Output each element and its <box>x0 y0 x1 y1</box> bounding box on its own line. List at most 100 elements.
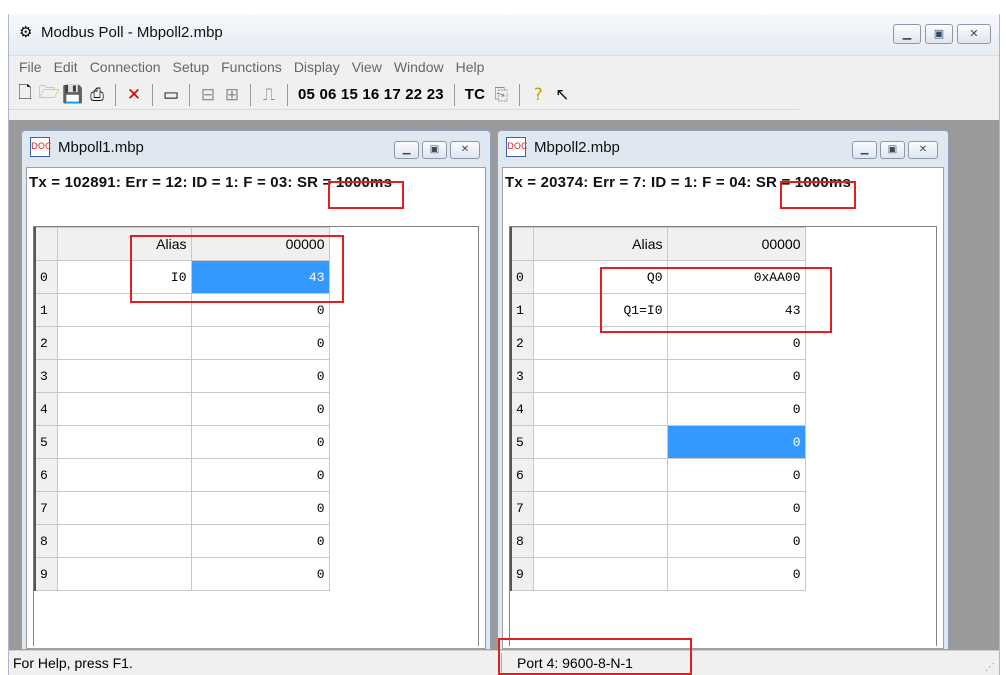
alias-cell[interactable] <box>532 425 668 459</box>
row-number[interactable]: 5 <box>510 425 534 459</box>
row-number[interactable]: 2 <box>510 326 534 360</box>
value-cell[interactable]: 43 <box>666 293 806 327</box>
value-cell[interactable]: 0 <box>190 458 330 492</box>
row-number[interactable]: 8 <box>510 524 534 558</box>
menu-functions[interactable]: Functions <box>215 56 288 78</box>
value-cell[interactable]: 0 <box>666 359 806 393</box>
value-cell[interactable]: 0 <box>190 359 330 393</box>
toolbar-separator <box>152 83 153 106</box>
alias-cell[interactable] <box>532 491 668 525</box>
minimize-button[interactable]: ▁ <box>893 24 921 44</box>
child-minimize-button[interactable]: ▁ <box>852 141 877 159</box>
row-number[interactable]: 7 <box>34 491 58 525</box>
alias-cell[interactable] <box>532 392 668 426</box>
alias-cell[interactable]: Q1=I0 <box>532 293 668 327</box>
new-document-icon[interactable]: 🗋 <box>13 83 37 107</box>
child-close-button[interactable]: ✕ <box>450 141 480 159</box>
open-folder-icon[interactable]: 🗁 <box>37 83 61 107</box>
address-header[interactable]: 00000 <box>666 227 806 261</box>
value-cell[interactable]: 0 <box>190 392 330 426</box>
alias-cell[interactable] <box>56 359 192 393</box>
menu-display[interactable]: Display <box>288 56 346 78</box>
value-cell[interactable]: 0 <box>666 557 806 591</box>
value-cell[interactable]: 0 <box>666 524 806 558</box>
row-number[interactable]: 9 <box>510 557 534 591</box>
value-cell[interactable]: 0 <box>190 326 330 360</box>
toolbar: 🗋 🗁 💾 ⎙ ✕ ▭ ⊟ ⊞ ⎍ 05 06 15 16 17 22 23 T… <box>9 80 799 110</box>
menu-view[interactable]: View <box>346 56 388 78</box>
row-number[interactable]: 6 <box>34 458 58 492</box>
alias-cell[interactable] <box>56 392 192 426</box>
context-help-icon[interactable]: ↖ <box>550 83 574 107</box>
menu-edit[interactable]: Edit <box>48 56 84 78</box>
alias-header[interactable]: Alias <box>56 227 192 261</box>
child-minimize-button[interactable]: ▁ <box>394 141 419 159</box>
row-number[interactable]: 4 <box>34 392 58 426</box>
value-cell[interactable]: 0 <box>190 425 330 459</box>
alias-cell[interactable] <box>56 557 192 591</box>
traffic-icon[interactable]: ⎘ <box>489 83 513 107</box>
alias-cell[interactable] <box>56 293 192 327</box>
alias-cell[interactable] <box>56 425 192 459</box>
delete-icon[interactable]: ✕ <box>122 83 146 107</box>
help-icon[interactable]: ? <box>526 83 550 107</box>
value-cell[interactable]: 0 <box>190 293 330 327</box>
child-maximize-button[interactable]: ▣ <box>422 141 447 159</box>
value-cell[interactable]: 0 <box>666 392 806 426</box>
row-number[interactable]: 1 <box>510 293 534 327</box>
child-maximize-button[interactable]: ▣ <box>880 141 905 159</box>
single-poll-icon[interactable]: ⎍ <box>257 83 281 107</box>
row-number[interactable]: 3 <box>34 359 58 393</box>
tc-button[interactable]: TC <box>461 86 489 103</box>
save-icon[interactable]: 💾 <box>61 83 85 107</box>
print-icon[interactable]: ⎙ <box>85 83 109 107</box>
alias-cell[interactable] <box>56 491 192 525</box>
row-number[interactable]: 8 <box>34 524 58 558</box>
row-number[interactable]: 6 <box>510 458 534 492</box>
disconnect-icon[interactable]: ⊞ <box>220 83 244 107</box>
row-number[interactable]: 0 <box>510 260 534 294</box>
alias-cell[interactable] <box>56 458 192 492</box>
menu-connection[interactable]: Connection <box>84 56 167 78</box>
alias-cell[interactable] <box>532 524 668 558</box>
row-number[interactable]: 4 <box>510 392 534 426</box>
menu-window[interactable]: Window <box>388 56 450 78</box>
window-icon[interactable]: ▭ <box>159 83 183 107</box>
alias-cell[interactable] <box>532 557 668 591</box>
value-cell[interactable]: 0 <box>190 557 330 591</box>
alias-cell[interactable] <box>56 326 192 360</box>
menu-file[interactable]: File <box>13 56 48 78</box>
alias-cell[interactable] <box>56 524 192 558</box>
menu-help[interactable]: Help <box>450 56 491 78</box>
child-close-button[interactable]: ✕ <box>908 141 938 159</box>
value-cell[interactable]: 0xAA00 <box>666 260 806 294</box>
function-code-buttons[interactable]: 05 06 15 16 17 22 23 <box>294 86 448 103</box>
row-number[interactable]: 7 <box>510 491 534 525</box>
row-number[interactable]: 1 <box>34 293 58 327</box>
row-number[interactable]: 5 <box>34 425 58 459</box>
row-number[interactable]: 2 <box>34 326 58 360</box>
row-number[interactable]: 3 <box>510 359 534 393</box>
value-cell[interactable]: 0 <box>666 425 806 459</box>
row-number[interactable]: 9 <box>34 557 58 591</box>
alias-cell[interactable] <box>532 359 668 393</box>
resize-grip-icon[interactable]: ⋰ <box>985 662 995 673</box>
toolbar-separator <box>189 83 190 106</box>
value-cell[interactable]: 0 <box>190 491 330 525</box>
row-number[interactable]: 0 <box>34 260 58 294</box>
alias-cell[interactable]: Q0 <box>532 260 668 294</box>
value-cell[interactable]: 0 <box>666 326 806 360</box>
connect-icon[interactable]: ⊟ <box>196 83 220 107</box>
address-header[interactable]: 00000 <box>190 227 330 261</box>
value-cell[interactable]: 0 <box>190 524 330 558</box>
alias-header[interactable]: Alias <box>532 227 668 261</box>
maximize-button[interactable]: ▣ <box>925 24 953 44</box>
value-cell[interactable]: 0 <box>666 491 806 525</box>
alias-cell[interactable] <box>532 458 668 492</box>
value-cell[interactable]: 0 <box>666 458 806 492</box>
menu-setup[interactable]: Setup <box>167 56 216 78</box>
alias-cell[interactable] <box>532 326 668 360</box>
alias-cell[interactable]: I0 <box>56 260 192 294</box>
value-cell[interactable]: 43 <box>190 260 330 294</box>
close-button[interactable]: ✕ <box>957 24 991 44</box>
